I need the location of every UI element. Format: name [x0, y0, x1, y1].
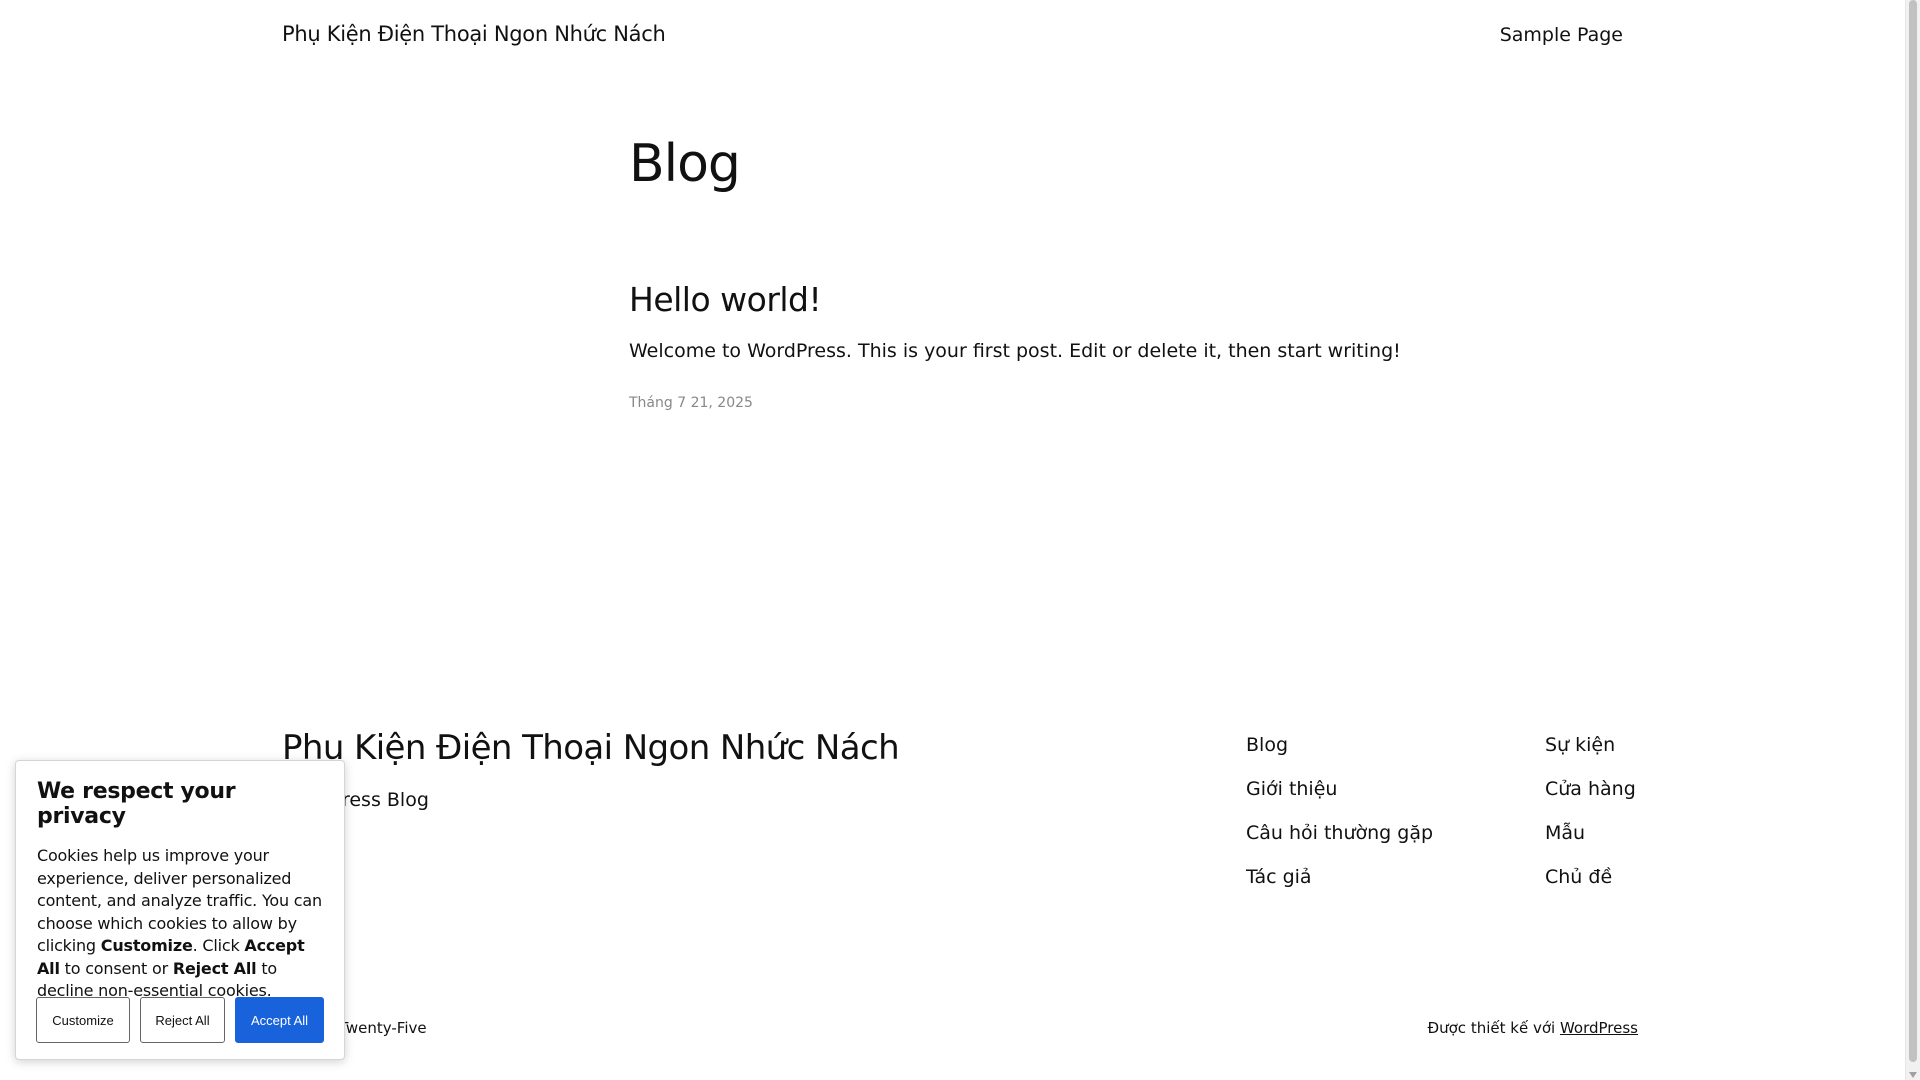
- footer-link-events[interactable]: Sự kiện: [1545, 733, 1636, 777]
- cookie-text-bold: Reject All: [172, 958, 257, 978]
- customize-button[interactable]: Customize: [36, 997, 130, 1043]
- footer-link-patterns[interactable]: Mẫu: [1545, 821, 1636, 865]
- scrollbar-thumb[interactable]: [1909, 0, 1917, 1062]
- accept-all-button[interactable]: Accept All: [235, 997, 324, 1043]
- footer-link-themes[interactable]: Chủ đề: [1545, 865, 1636, 909]
- scroll-down-arrow-icon[interactable]: [1909, 1072, 1917, 1078]
- cookie-banner-title: We respect your privacy: [37, 779, 236, 829]
- page-title: Blog: [629, 134, 741, 194]
- footer-nav-column-2: Sự kiện Cửa hàng Mẫu Chủ đề: [1545, 733, 1636, 909]
- cookie-text-bold: Customize: [100, 936, 193, 955]
- post-title[interactable]: Hello world!: [629, 280, 822, 319]
- cookie-buttons: Customize Reject All Accept All: [36, 997, 326, 1043]
- post-excerpt: Welcome to WordPress. This is your first…: [629, 340, 1401, 362]
- cookie-text-part: . Click: [192, 936, 245, 955]
- cookie-consent-banner: We respect your privacy Cookies help us …: [15, 760, 345, 1060]
- footer-site-title[interactable]: Phụ Kiện Điện Thoại Ngon Nhức Nách: [282, 728, 900, 768]
- vertical-scrollbar[interactable]: [1905, 0, 1920, 1080]
- designed-by-text: Được thiết kế với: [1427, 1019, 1556, 1037]
- site-header: Phụ Kiện Điện Thoại Ngon Nhức Nách Sampl…: [0, 0, 1905, 72]
- post-date: Tháng 7 21, 2025: [629, 395, 753, 411]
- footer-link-shop[interactable]: Cửa hàng: [1545, 777, 1636, 821]
- footer-link-blog[interactable]: Blog: [1246, 733, 1433, 777]
- cookie-banner-text: Cookies help us improve your experience,…: [37, 845, 324, 1003]
- reject-all-button[interactable]: Reject All: [140, 997, 225, 1043]
- cookie-text-part: to consent or: [59, 958, 173, 978]
- wordpress-link[interactable]: WordPress: [1560, 1019, 1638, 1037]
- footer-nav-column-1: Blog Giới thiệu Câu hỏi thường gặp Tác g…: [1246, 733, 1433, 909]
- page: Phụ Kiện Điện Thoại Ngon Nhức Nách Sampl…: [0, 0, 1920, 1080]
- footer-link-faq[interactable]: Câu hỏi thường gặp: [1246, 821, 1433, 865]
- footer-link-authors[interactable]: Tác giả: [1246, 865, 1433, 909]
- designed-by: Được thiết kế với WordPress: [1428, 1019, 1639, 1037]
- site-title[interactable]: Phụ Kiện Điện Thoại Ngon Nhức Nách: [282, 22, 666, 46]
- nav-sample-page[interactable]: Sample Page: [1500, 24, 1623, 46]
- footer-link-about[interactable]: Giới thiệu: [1246, 777, 1433, 821]
